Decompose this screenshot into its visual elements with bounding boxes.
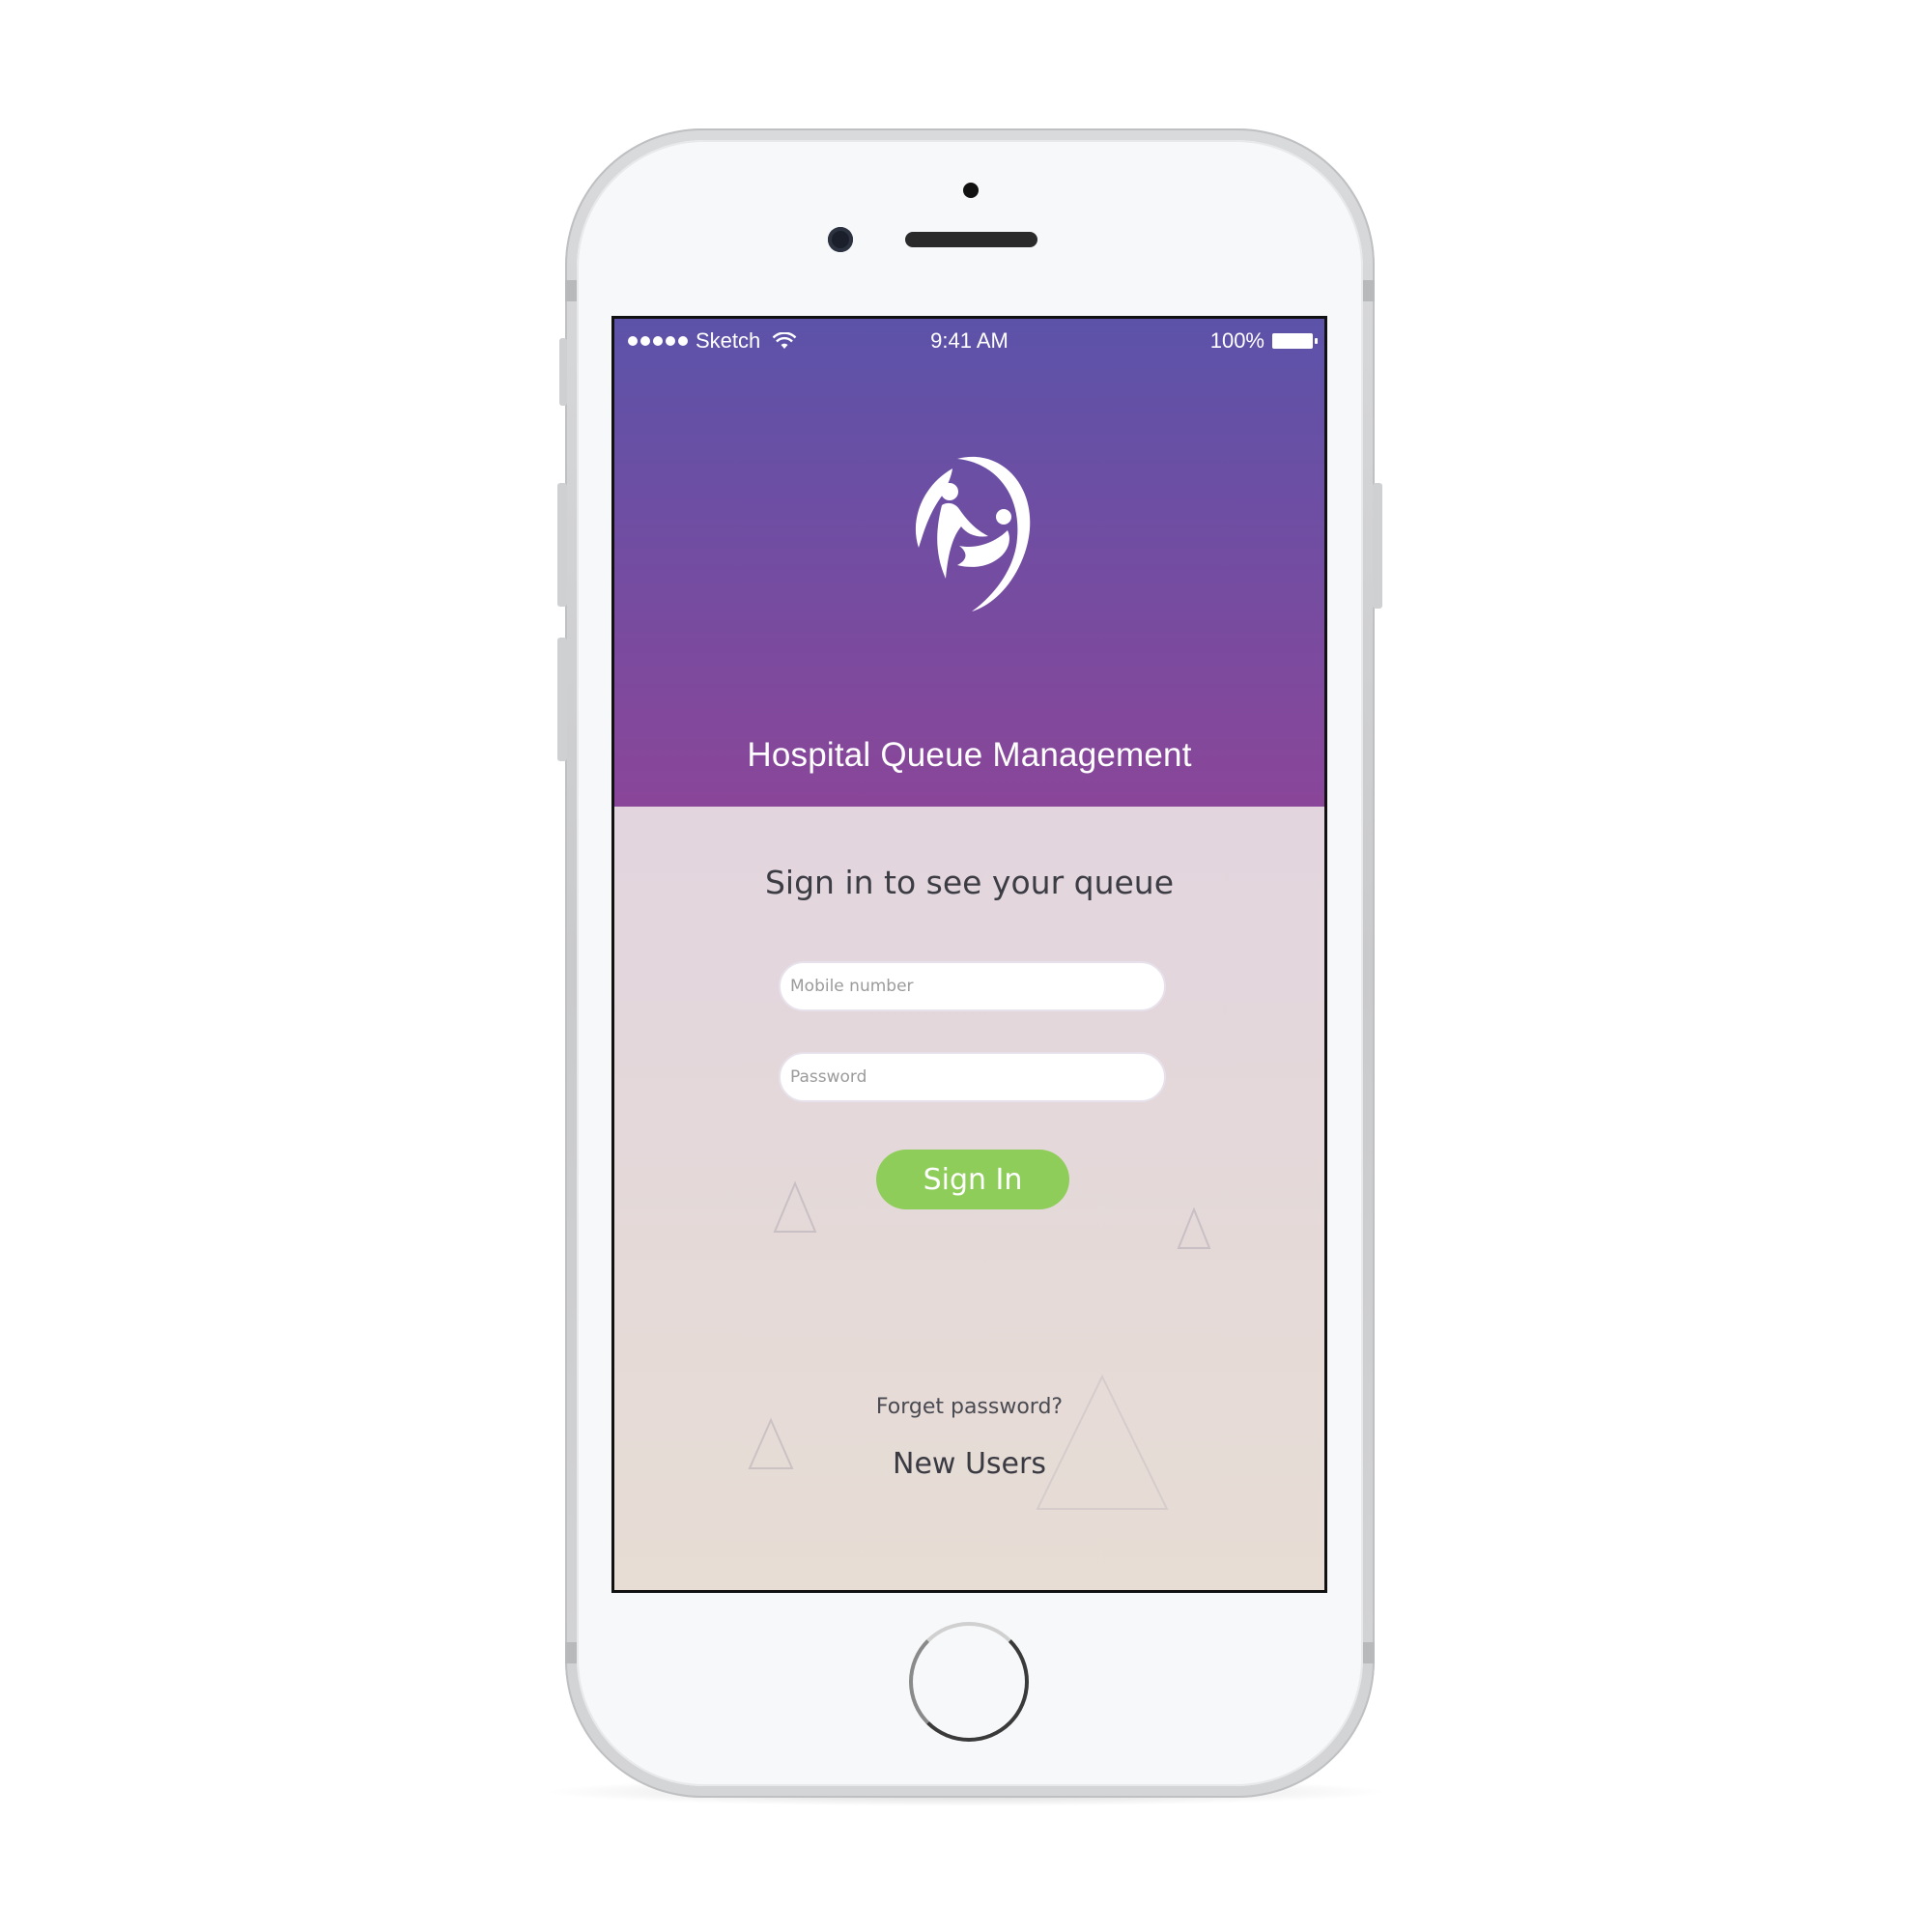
home-button[interactable]: [909, 1622, 1029, 1742]
mute-switch: [559, 338, 567, 406]
decorative-triangle-icon: [773, 1180, 817, 1233]
proximity-sensor: [963, 183, 979, 198]
antenna-band: [1363, 280, 1375, 301]
signin-heading: Sign in to see your queue: [764, 864, 1175, 901]
antenna-band: [1363, 1642, 1375, 1663]
antenna-band: [565, 1642, 577, 1663]
decorative-triangle-icon: [1177, 1207, 1211, 1249]
password-input[interactable]: [779, 1052, 1166, 1102]
mobile-number-input[interactable]: [779, 961, 1166, 1011]
status-bar: Sketch 9:41 AM 100%: [614, 319, 1324, 361]
battery-percent: 100%: [1209, 328, 1264, 353]
power-button: [1373, 483, 1382, 609]
stage: Sketch 9:41 AM 100% Hospital Queue Manag…: [0, 0, 1932, 1932]
volume-up-button: [557, 483, 567, 607]
front-camera-icon: [828, 227, 853, 252]
status-right: 100%: [1209, 328, 1318, 354]
earpiece-speaker: [905, 232, 1037, 247]
app-title: Hospital Queue Management: [747, 736, 1192, 774]
sign-in-button[interactable]: Sign In: [876, 1150, 1069, 1209]
app-header: Sketch 9:41 AM 100% Hospital Queue Manag…: [614, 319, 1324, 807]
hospital-logo-icon: [915, 456, 1031, 611]
forget-password-link[interactable]: Forget password?: [614, 1395, 1324, 1419]
phone-screen: Sketch 9:41 AM 100% Hospital Queue Manag…: [611, 316, 1327, 1593]
antenna-band: [565, 280, 577, 301]
new-users-link[interactable]: New Users: [614, 1447, 1324, 1481]
battery-icon: [1272, 333, 1318, 349]
volume-down-button: [557, 638, 567, 761]
